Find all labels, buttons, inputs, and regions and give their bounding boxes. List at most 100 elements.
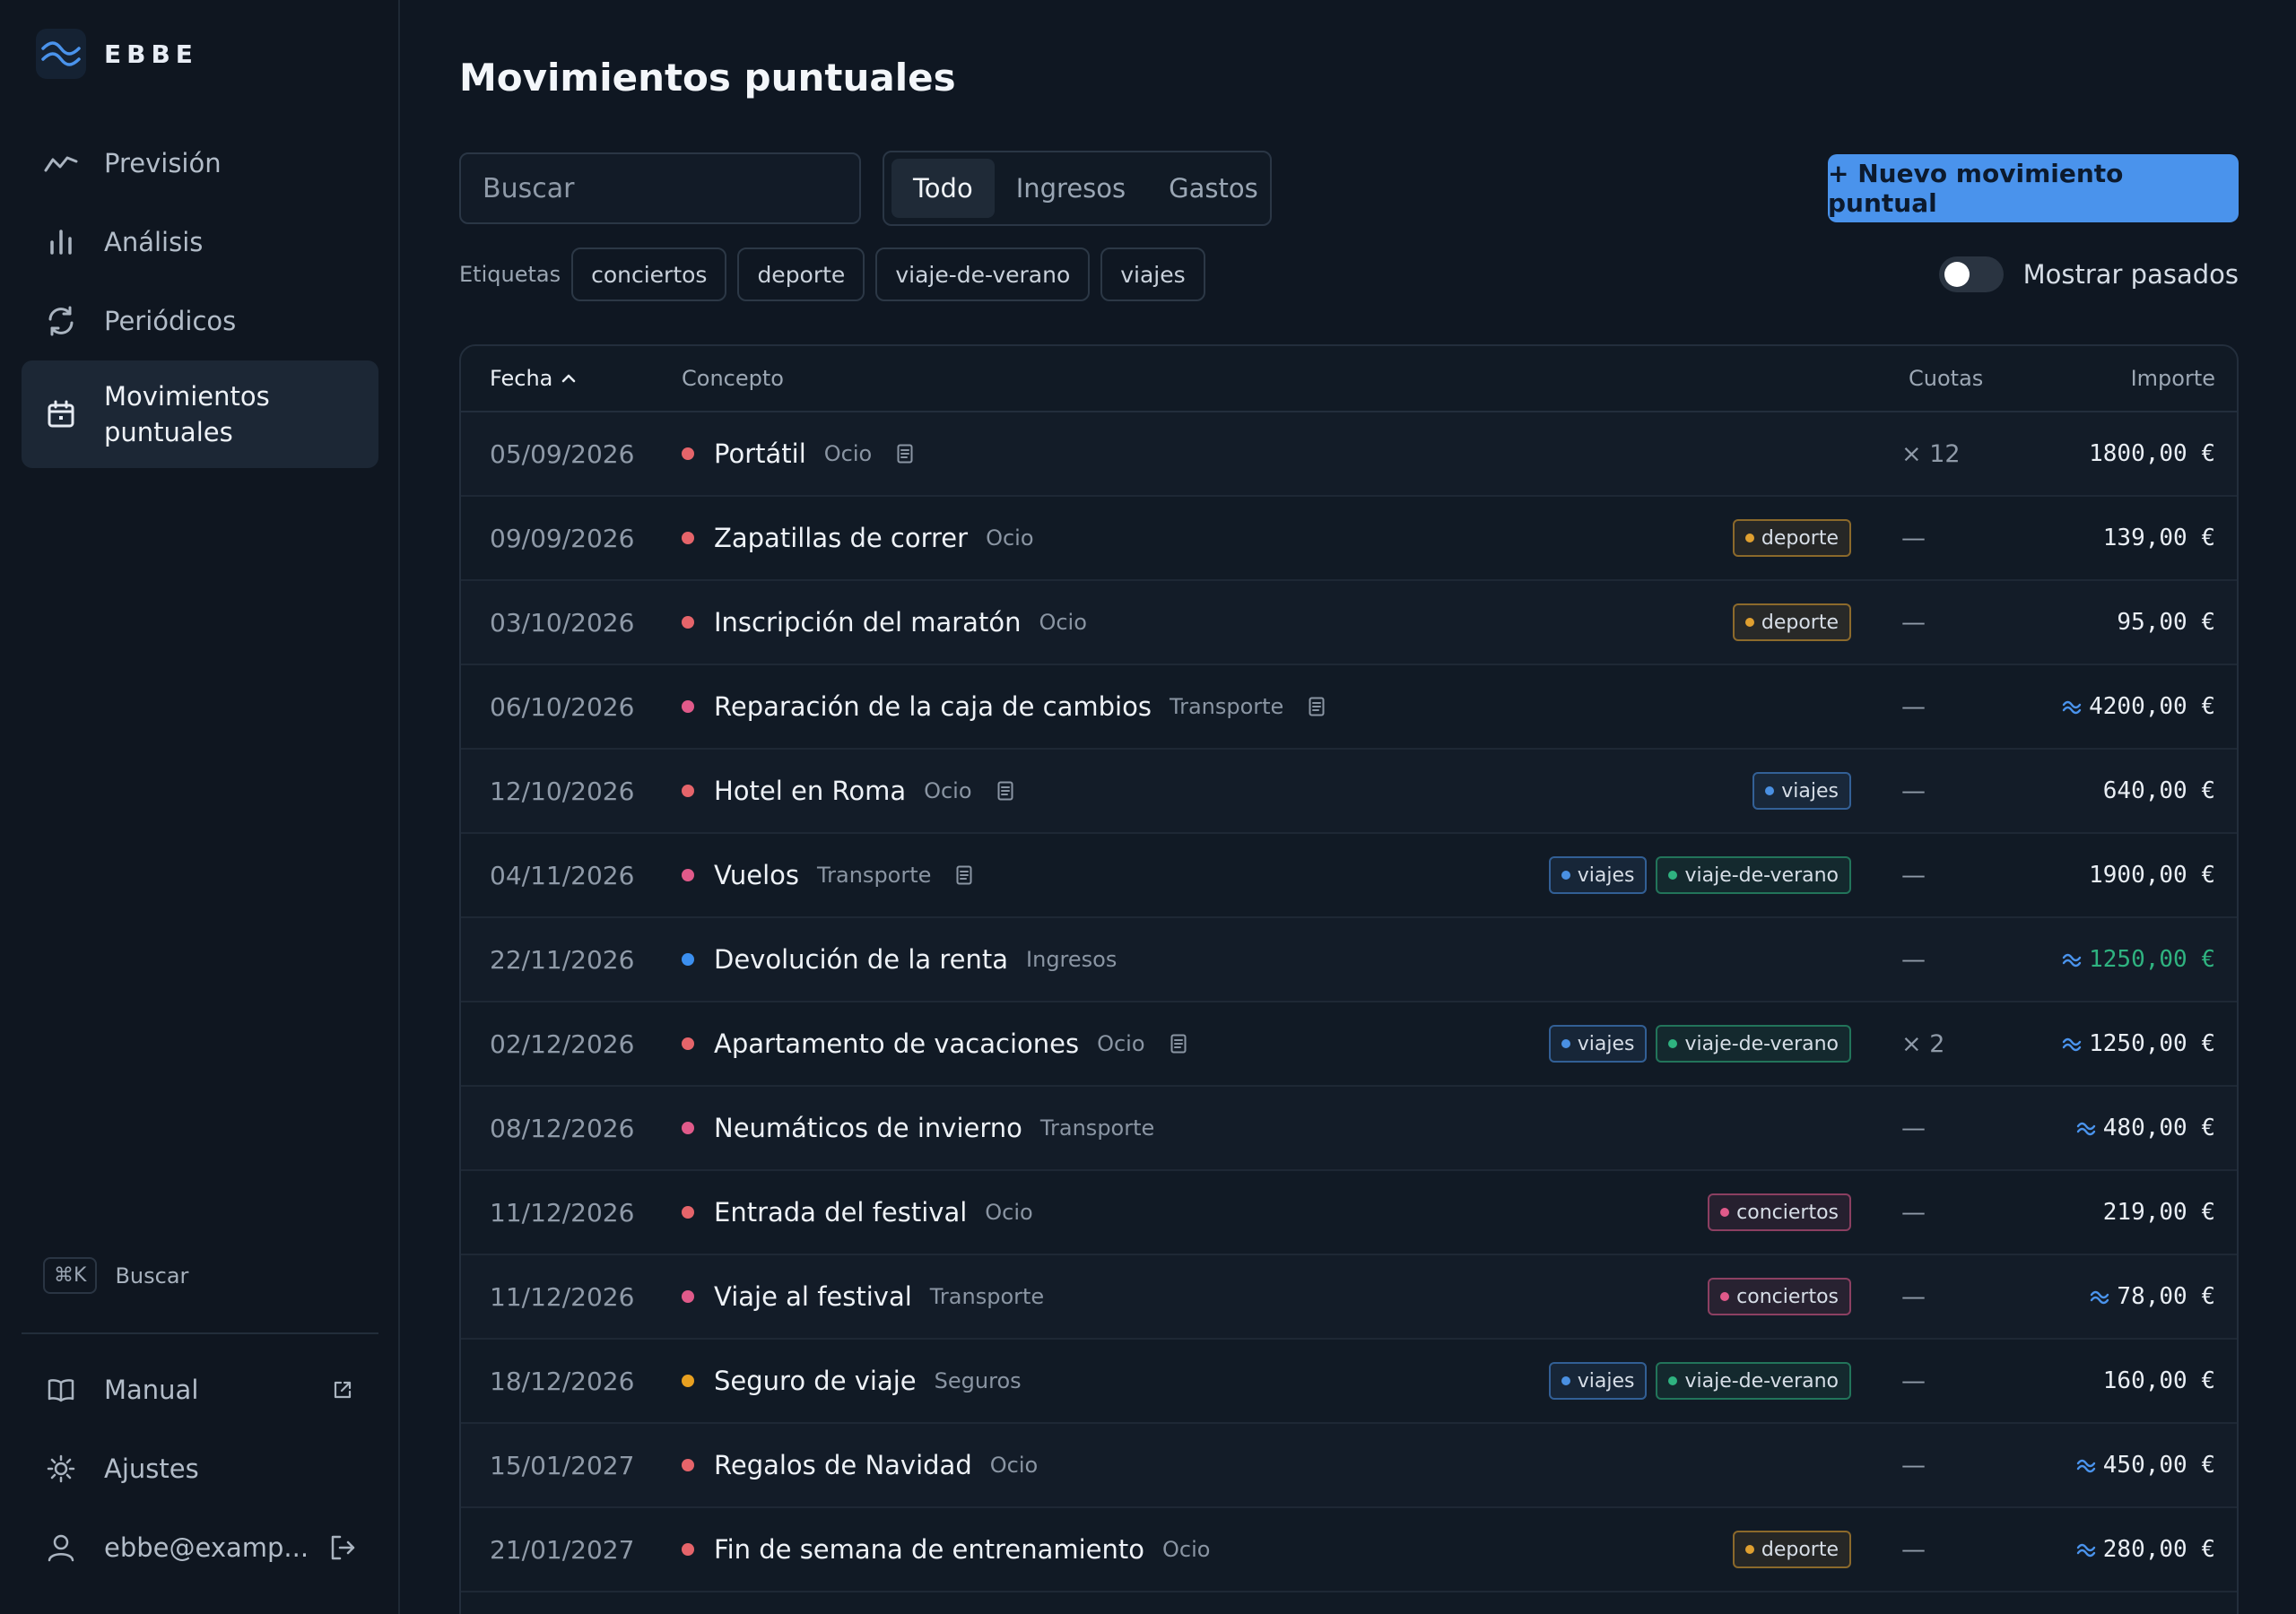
row-date: 02/12/2026 bbox=[490, 1028, 635, 1059]
category-dot bbox=[682, 953, 694, 966]
show-past-toggle[interactable] bbox=[1938, 256, 2004, 292]
tag-chip-conciertos[interactable]: conciertos bbox=[571, 247, 727, 301]
row-tags: deporte bbox=[1724, 1531, 1851, 1568]
filter-ingresos[interactable]: Ingresos bbox=[995, 159, 1147, 218]
nav-label: Movimientos puntuales bbox=[104, 381, 270, 447]
settings-sun-icon bbox=[43, 1451, 79, 1487]
refresh-icon bbox=[43, 303, 79, 339]
column-header-importe[interactable]: Importe bbox=[2131, 366, 2215, 391]
filter-gastos[interactable]: Gastos bbox=[1147, 159, 1280, 218]
approx-wave-icon bbox=[2076, 1457, 2096, 1473]
table-row[interactable]: 09/09/2026 Zapatillas de correr Ocio deport… bbox=[461, 497, 2237, 581]
table-body: 05/09/2026 Portátil Ocio × 12 1800,00 € 09/09… bbox=[461, 412, 2237, 1592]
table-row[interactable]: 06/10/2026 Reparación de la caja de cambi… bbox=[461, 665, 2237, 750]
table-row[interactable]: 04/11/2026 Vuelos Transporte viajes viaje-de… bbox=[461, 834, 2237, 918]
tag-label: viaje-de-verano bbox=[1684, 1369, 1839, 1393]
tag-pill-viajes[interactable]: viajes bbox=[1548, 856, 1648, 894]
table-row[interactable]: 05/09/2026 Portátil Ocio × 12 1800,00 € bbox=[461, 412, 2237, 497]
row-date: 11/12/2026 bbox=[490, 1197, 635, 1228]
tag-pill-deporte[interactable]: deporte bbox=[1732, 603, 1851, 641]
nav-item-manual[interactable]: Manual bbox=[22, 1350, 378, 1429]
nav-item-analisis[interactable]: Análisis bbox=[22, 203, 378, 282]
table-row[interactable]: 11/12/2026 Entrada del festival Ocio concie… bbox=[461, 1171, 2237, 1255]
row-cuotas: — bbox=[1901, 777, 1926, 805]
tag-dot bbox=[1720, 1208, 1730, 1217]
search-input[interactable] bbox=[459, 152, 861, 224]
brand[interactable]: EBBE bbox=[36, 29, 198, 79]
new-movement-button[interactable]: + Nuevo movimiento puntual bbox=[1828, 154, 2239, 222]
table-row[interactable]: 02/12/2026 Apartamento de vacaciones Ocio v… bbox=[461, 1002, 2237, 1087]
table-row[interactable]: 08/12/2026 Neumáticos de invierno Transpor… bbox=[461, 1087, 2237, 1171]
sidebar: EBBE Previsión Análisis Periódicos Movim… bbox=[0, 0, 400, 1614]
tag-pill-deporte[interactable]: deporte bbox=[1732, 1531, 1851, 1568]
sidebar-search[interactable]: ⌘K Buscar bbox=[43, 1257, 188, 1294]
row-category: Ocio bbox=[823, 441, 873, 466]
column-header-cuotas[interactable]: Cuotas bbox=[1909, 366, 1983, 391]
table-row[interactable]: 11/12/2026 Viaje al festival Transporte con… bbox=[461, 1255, 2237, 1340]
row-cuotas: — bbox=[1901, 1114, 1926, 1142]
column-header-fecha[interactable]: Fecha bbox=[490, 366, 576, 391]
row-concept: Fin de semana de entrenamiento Ocio bbox=[682, 1534, 1210, 1565]
tag-pill-viajes[interactable]: viajes bbox=[1548, 1025, 1648, 1063]
row-category: Seguros bbox=[934, 1368, 1022, 1393]
row-date: 06/10/2026 bbox=[490, 691, 635, 722]
tag-chip-deporte[interactable]: deporte bbox=[737, 247, 865, 301]
category-dot bbox=[682, 616, 694, 629]
row-date: 12/10/2026 bbox=[490, 776, 635, 806]
sidebar-search-label: Buscar bbox=[115, 1263, 189, 1289]
row-concept: Seguro de viaje Seguros bbox=[682, 1366, 1022, 1396]
table-row[interactable]: 22/11/2026 Devolución de la renta Ingresos… bbox=[461, 918, 2237, 1002]
row-date: 18/12/2026 bbox=[490, 1366, 635, 1396]
bar-chart-icon bbox=[43, 224, 79, 260]
nav-item-ajustes[interactable]: Ajustes bbox=[22, 1429, 378, 1508]
tag-pill-viajes[interactable]: viajes bbox=[1752, 772, 1851, 810]
tag-pill-conciertos[interactable]: conciertos bbox=[1708, 1193, 1851, 1231]
row-concept: Entrada del festival Ocio bbox=[682, 1197, 1033, 1228]
note-icon bbox=[996, 780, 1015, 802]
tag-pill-viajes[interactable]: viajes bbox=[1548, 1362, 1648, 1400]
filter-todo[interactable]: Todo bbox=[891, 159, 995, 218]
row-tags: conciertos bbox=[1699, 1193, 1851, 1231]
tag-pill-conciertos[interactable]: conciertos bbox=[1708, 1278, 1851, 1315]
tag-chip-viaje-de-verano[interactable]: viaje-de-verano bbox=[875, 247, 1091, 301]
tag-pill-viaje-de-verano[interactable]: viaje-de-verano bbox=[1656, 1362, 1851, 1400]
logout-icon[interactable] bbox=[328, 1533, 357, 1562]
tag-pill-deporte[interactable]: deporte bbox=[1732, 519, 1851, 557]
wave-logo-icon bbox=[36, 29, 86, 79]
row-category: Ocio bbox=[1039, 610, 1087, 635]
table-row[interactable]: 03/10/2026 Inscripción del maratón Ocio dep… bbox=[461, 581, 2237, 665]
nav-item-prevision[interactable]: Previsión bbox=[22, 124, 378, 203]
table-row[interactable]: 12/10/2026 Hotel en Roma Ocio viajes — 640,00… bbox=[461, 750, 2237, 834]
tag-dot bbox=[1720, 1292, 1730, 1301]
row-date: 11/12/2026 bbox=[490, 1281, 635, 1312]
row-amount: 1800,00 € bbox=[2089, 440, 2215, 467]
nav-item-user[interactable]: ebbe@examp... bbox=[22, 1508, 378, 1587]
tag-dot bbox=[1744, 534, 1754, 542]
tag-pill-viaje-de-verano[interactable]: viaje-de-verano bbox=[1656, 1025, 1851, 1063]
category-dot bbox=[682, 1037, 694, 1050]
approx-wave-icon bbox=[2062, 951, 2082, 968]
row-name: Portátil bbox=[714, 438, 806, 469]
amount-value: 640,00 € bbox=[2102, 777, 2215, 804]
tag-chip-viajes[interactable]: viajes bbox=[1100, 247, 1205, 301]
row-tags: viajes viaje-de-verano bbox=[1540, 1025, 1851, 1063]
row-category: Ocio bbox=[924, 778, 972, 803]
table-row[interactable]: 21/01/2027 Fin de semana de entrenamiento… bbox=[461, 1508, 2237, 1592]
table-row[interactable]: 18/12/2026 Seguro de viaje Seguros viajes vi… bbox=[461, 1340, 2237, 1424]
approx-wave-icon bbox=[2076, 1120, 2096, 1136]
category-dot bbox=[682, 447, 694, 460]
row-cuotas: — bbox=[1901, 861, 1926, 889]
row-concept: Devolución de la renta Ingresos bbox=[682, 944, 1117, 975]
sidebar-divider bbox=[22, 1332, 378, 1334]
nav-label: Periódicos bbox=[104, 306, 237, 336]
row-cuotas: — bbox=[1901, 524, 1926, 552]
nav-item-periodicos[interactable]: Periódicos bbox=[22, 282, 378, 360]
tag-dot bbox=[1561, 1039, 1570, 1048]
row-name: Reparación de la caja de cambios bbox=[714, 691, 1152, 722]
column-header-concepto[interactable]: Concepto bbox=[682, 366, 784, 391]
nav-item-movimientos[interactable]: Movimientos puntuales bbox=[22, 360, 378, 468]
tag-pill-viaje-de-verano[interactable]: viaje-de-verano bbox=[1656, 856, 1851, 894]
tag-label: viajes bbox=[1781, 779, 1839, 803]
category-dot bbox=[682, 1206, 694, 1219]
table-row[interactable]: 15/01/2027 Regalos de Navidad Ocio — 450,00 … bbox=[461, 1424, 2237, 1508]
